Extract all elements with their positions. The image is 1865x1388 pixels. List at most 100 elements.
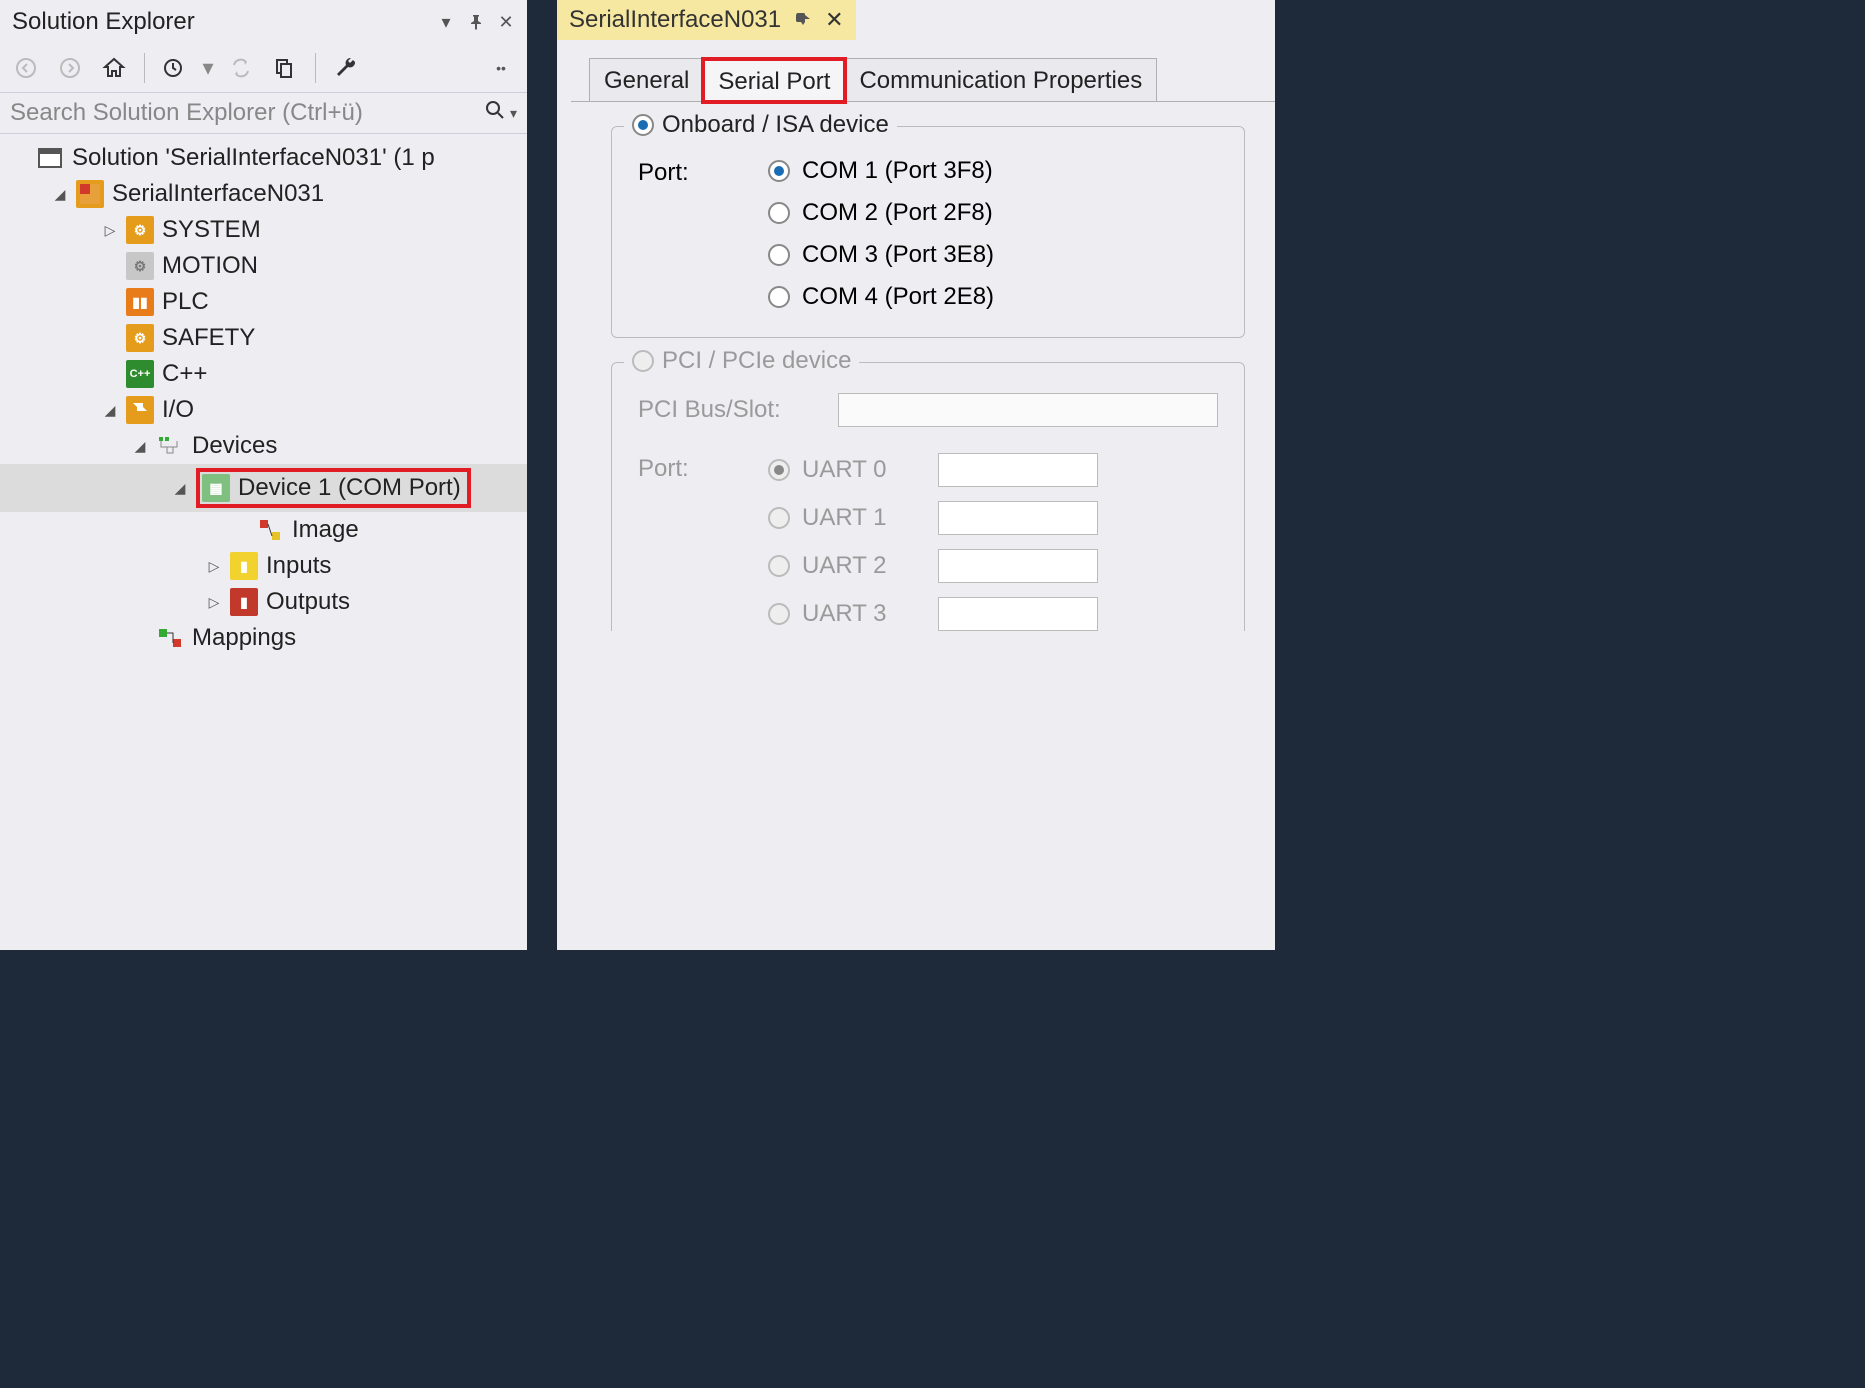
forward-button[interactable] xyxy=(52,50,88,86)
tree-label: SYSTEM xyxy=(162,216,261,244)
tree-label: Device 1 (COM Port) xyxy=(238,474,461,502)
search-dropdown[interactable]: ▾ xyxy=(510,105,517,122)
uart3-input xyxy=(938,597,1098,631)
home-button[interactable] xyxy=(96,50,132,86)
tree-motion[interactable]: ⚙ MOTION xyxy=(0,248,527,284)
properties-button[interactable] xyxy=(328,50,364,86)
outputs-icon: ▮ xyxy=(230,588,258,616)
tree-image[interactable]: Image xyxy=(0,512,527,548)
com2-option[interactable]: COM 2 (Port 2F8) xyxy=(768,199,994,227)
explorer-toolbar: ▾ •• xyxy=(0,44,527,93)
tree-system[interactable]: ▷ ⚙ SYSTEM xyxy=(0,212,527,248)
devices-icon xyxy=(156,432,184,460)
panel-title-bar: Solution Explorer ▾ ✕ xyxy=(0,0,527,44)
cpp-icon: C++ xyxy=(126,360,154,388)
tree-label: Solution 'SerialInterfaceN031' (1 p xyxy=(72,144,435,172)
option-label: UART 1 xyxy=(802,504,886,532)
collapse-icon[interactable]: ◢ xyxy=(170,478,190,498)
group-title-label: Onboard / ISA device xyxy=(662,111,889,139)
solution-explorer-panel: Solution Explorer ▾ ✕ ▾ •• ▾ xyxy=(0,0,527,950)
radio-icon xyxy=(768,507,790,529)
tree-label: Mappings xyxy=(192,624,296,652)
tree-label: I/O xyxy=(162,396,194,424)
tab-communication-properties[interactable]: Communication Properties xyxy=(844,58,1157,101)
back-button[interactable] xyxy=(8,50,44,86)
solution-icon xyxy=(36,144,64,172)
tree-safety[interactable]: ⚙ SAFETY xyxy=(0,320,527,356)
sync-button[interactable] xyxy=(223,50,259,86)
group-title-label: PCI / PCIe device xyxy=(662,347,851,375)
system-icon: ⚙ xyxy=(126,216,154,244)
uart1-input xyxy=(938,501,1098,535)
tree-mappings[interactable]: Mappings xyxy=(0,620,527,656)
pending-changes-dropdown[interactable]: ▾ xyxy=(201,50,215,86)
radio-icon xyxy=(768,244,790,266)
port-label: Port: xyxy=(638,157,728,187)
uart2-input xyxy=(938,549,1098,583)
tree-project[interactable]: ◢ SerialInterfaceN031 xyxy=(0,176,527,212)
panel-title: Solution Explorer xyxy=(12,8,195,36)
window-position-dropdown[interactable]: ▾ xyxy=(437,13,455,31)
com1-option[interactable]: COM 1 (Port 3F8) xyxy=(768,157,994,185)
option-label: UART 2 xyxy=(802,552,886,580)
pci-bus-slot-label: PCI Bus/Slot: xyxy=(638,396,798,424)
toolbar-overflow[interactable]: •• xyxy=(483,50,519,86)
pci-pcie-radio[interactable] xyxy=(632,350,654,372)
toolbar-separator xyxy=(315,53,316,83)
tree-outputs[interactable]: ▷ ▮ Outputs xyxy=(0,584,527,620)
io-icon xyxy=(126,396,154,424)
option-label: COM 2 (Port 2F8) xyxy=(802,199,993,227)
tree-label: Outputs xyxy=(266,588,350,616)
uart2-option: UART 2 xyxy=(768,549,1098,583)
option-label: COM 3 (Port 3E8) xyxy=(802,241,994,269)
tree-devices[interactable]: ◢ Devices xyxy=(0,428,527,464)
document-tab-title: SerialInterfaceN031 xyxy=(569,6,781,34)
close-icon[interactable]: ✕ xyxy=(497,13,515,31)
tree-plc[interactable]: ▮▮ PLC xyxy=(0,284,527,320)
radio-icon xyxy=(768,160,790,182)
pci-pcie-group: PCI / PCIe device PCI Bus/Slot: Port: UA… xyxy=(611,362,1245,631)
option-label: COM 1 (Port 3F8) xyxy=(802,157,993,185)
tree-label: Image xyxy=(292,516,359,544)
pin-icon[interactable] xyxy=(467,13,485,31)
collapse-icon[interactable]: ◢ xyxy=(100,400,120,420)
tree-device1[interactable]: ◢ ▦ Device 1 (COM Port) xyxy=(0,464,527,512)
tree-label: C++ xyxy=(162,360,207,388)
com3-option[interactable]: COM 3 (Port 3E8) xyxy=(768,241,994,269)
com4-option[interactable]: COM 4 (Port 2E8) xyxy=(768,283,994,311)
onboard-isa-radio[interactable] xyxy=(632,114,654,136)
document-tab-bar: SerialInterfaceN031 ✕ xyxy=(557,0,1275,40)
toolbar-separator xyxy=(144,53,145,83)
search-box: ▾ xyxy=(0,93,527,134)
expand-icon[interactable]: ▷ xyxy=(204,592,224,612)
tab-serial-port[interactable]: Serial Port xyxy=(703,59,845,102)
close-icon[interactable]: ✕ xyxy=(825,7,843,33)
option-label: COM 4 (Port 2E8) xyxy=(802,283,994,311)
radio-icon xyxy=(768,202,790,224)
collapse-icon[interactable]: ◢ xyxy=(50,184,70,204)
search-input[interactable] xyxy=(10,99,478,127)
expand-icon[interactable]: ▷ xyxy=(100,220,120,240)
tree-label: MOTION xyxy=(162,252,258,280)
solution-tree: Solution 'SerialInterfaceN031' (1 p ◢ Se… xyxy=(0,134,527,662)
collapse-icon[interactable]: ◢ xyxy=(130,436,150,456)
pin-icon[interactable] xyxy=(795,10,811,31)
tree-io[interactable]: ◢ I/O xyxy=(0,392,527,428)
pending-changes-button[interactable] xyxy=(157,50,193,86)
tree-inputs[interactable]: ▷ ▮ Inputs xyxy=(0,548,527,584)
search-icon[interactable] xyxy=(484,99,506,127)
tab-general[interactable]: General xyxy=(589,58,704,101)
expand-icon[interactable]: ▷ xyxy=(204,556,224,576)
document-tab[interactable]: SerialInterfaceN031 ✕ xyxy=(557,0,856,40)
tree-label: Devices xyxy=(192,432,277,460)
tree-label: SAFETY xyxy=(162,324,255,352)
show-all-files-button[interactable] xyxy=(267,50,303,86)
option-label: UART 0 xyxy=(802,456,886,484)
option-label: UART 3 xyxy=(802,600,886,628)
radio-icon xyxy=(768,603,790,625)
tree-solution[interactable]: Solution 'SerialInterfaceN031' (1 p xyxy=(0,140,527,176)
tree-label: PLC xyxy=(162,288,209,316)
radio-icon xyxy=(768,555,790,577)
uart3-option: UART 3 xyxy=(768,597,1098,631)
tree-cpp[interactable]: C++ C++ xyxy=(0,356,527,392)
